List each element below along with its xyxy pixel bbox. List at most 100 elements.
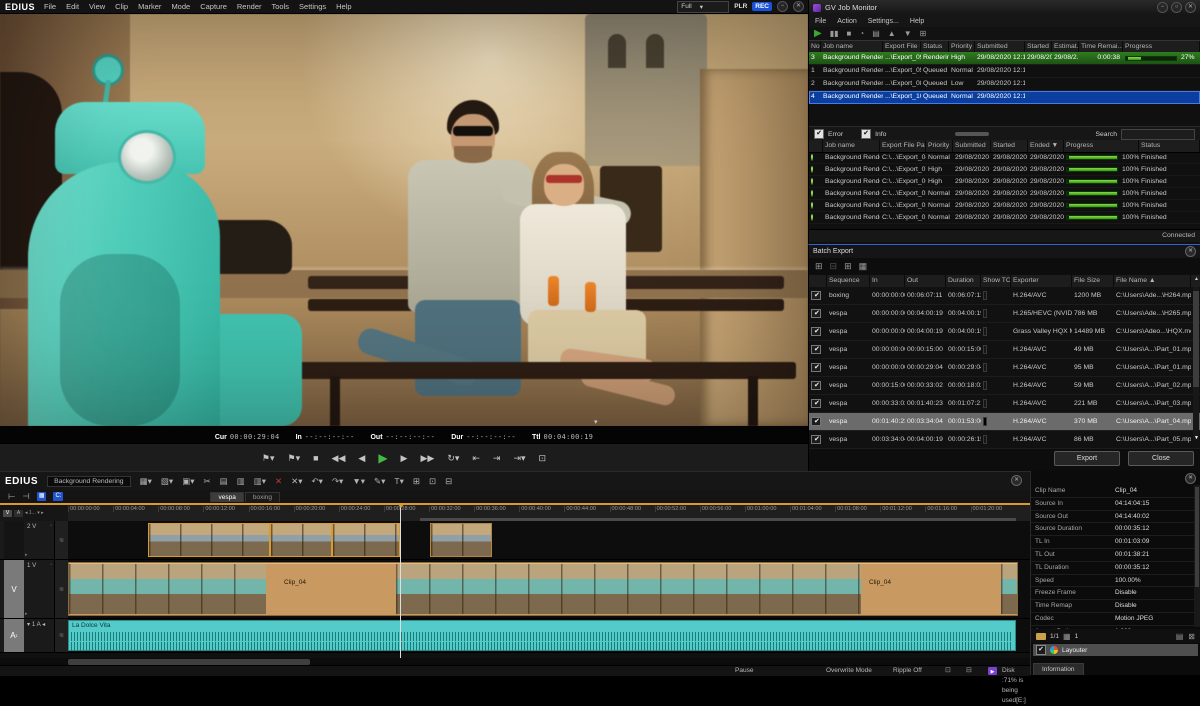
timecode-display-icon[interactable]: C:: [53, 492, 63, 501]
info-checkbox[interactable]: ✔: [861, 129, 871, 139]
fullscreen-icon[interactable]: ⊡: [539, 453, 547, 464]
main-video-clip[interactable]: Clip_04 Clip_04: [68, 562, 1018, 616]
close-icon[interactable]: ✕: [1185, 473, 1196, 484]
delete-entry-icon[interactable]: ▦: [859, 261, 868, 272]
track-selector[interactable]: [4, 521, 24, 559]
track-selector[interactable]: V: [4, 560, 24, 618]
finished-job-row[interactable]: Background Rendering... C:\...\Export_07…: [809, 164, 1200, 176]
trim-end-icon[interactable]: ⊣: [22, 491, 29, 502]
batch-row[interactable]: ✔ vespa 00:01:40:23 00:03:34:04 00:01:53…: [809, 413, 1200, 431]
batch-row[interactable]: ✔ boxing 00:00:00:00 00:06:07:11 00:06:0…: [809, 287, 1200, 305]
copy-icon[interactable]: ▤: [220, 476, 228, 487]
column-header[interactable]: In: [870, 275, 905, 287]
close-button[interactable]: Close: [1128, 451, 1194, 466]
menu-item[interactable]: Render: [237, 2, 262, 11]
menu-item[interactable]: Tools: [272, 2, 290, 11]
cut-icon[interactable]: ✂: [204, 476, 211, 487]
lock-icon[interactable]: ▫: [50, 523, 52, 529]
fast-forward-icon[interactable]: ▶▶: [420, 453, 434, 464]
minimize-icon[interactable]: −: [777, 1, 788, 12]
prev-frame-icon[interactable]: ◀: [358, 453, 365, 464]
film-icon[interactable]: ▦: [1063, 632, 1071, 641]
next-frame-icon[interactable]: ▶: [401, 453, 408, 464]
finished-job-row[interactable]: Background Rendering... C:\...\Export_06…: [809, 176, 1200, 188]
row-checkbox[interactable]: ✔: [811, 363, 821, 372]
timeline-ruler[interactable]: V A ◂ 1... ▾ ▸ 00:00:00:0000:00:04:0000:…: [0, 503, 1030, 521]
row-checkbox[interactable]: ✔: [811, 345, 821, 354]
title-tool-icon[interactable]: T▾: [394, 476, 403, 487]
column-header[interactable]: Progress: [1064, 140, 1139, 152]
prev-edit-icon[interactable]: ⇥: [493, 453, 501, 464]
properties-scrollbar[interactable]: [1194, 485, 1200, 627]
menu-item[interactable]: Settings...: [868, 18, 899, 25]
batch-row[interactable]: ✔ vespa 00:03:34:04 00:04:00:19 00:00:26…: [809, 431, 1200, 449]
batch-scrollbar[interactable]: [1193, 287, 1199, 440]
menu-item[interactable]: Mode: [171, 2, 190, 11]
seek-marker[interactable]: ▾: [594, 418, 598, 426]
close-icon[interactable]: ✕: [793, 1, 804, 12]
row-checkbox[interactable]: ✔: [811, 309, 821, 318]
show-tc-checkbox[interactable]: [983, 417, 987, 426]
sequence-tab[interactable]: vespa: [210, 492, 243, 502]
multicam-icon[interactable]: ▦: [37, 492, 47, 501]
redo-icon[interactable]: ↷▾: [332, 476, 343, 487]
row-checkbox[interactable]: ✔: [811, 327, 821, 336]
job-row[interactable]: 3 Background Rendering... ...\Export_09.…: [809, 52, 1200, 65]
scrollbar-thumb[interactable]: [1193, 291, 1199, 387]
show-tc-checkbox[interactable]: [983, 309, 987, 318]
add-all-sequences-icon[interactable]: ⊞: [844, 261, 852, 272]
save-project-icon[interactable]: ▣▾: [182, 476, 194, 487]
goto-in-icon[interactable]: ⇤: [472, 453, 480, 464]
menu-item[interactable]: Help: [336, 2, 351, 11]
show-tc-checkbox[interactable]: [983, 345, 987, 354]
menu-item[interactable]: Help: [910, 18, 924, 25]
batch-row[interactable]: ✔ vespa 00:00:15:00 00:00:33:02 00:00:18…: [809, 377, 1200, 395]
column-header[interactable]: Started: [991, 140, 1028, 152]
show-tc-checkbox[interactable]: [983, 399, 987, 408]
list-view-icon[interactable]: ▤: [1176, 632, 1184, 641]
tab-information[interactable]: Information: [1033, 663, 1084, 675]
column-header[interactable]: Submitted: [953, 140, 991, 152]
schedule-icon[interactable]: ◔: [859, 29, 864, 38]
export-queue-icon[interactable]: ⊞: [920, 29, 927, 38]
finished-job-row[interactable]: Background Rendering... C:\...\Export_03…: [809, 188, 1200, 200]
finished-job-row[interactable]: Background Rendering... C:\...\Export_01…: [809, 212, 1200, 224]
splitter-handle[interactable]: [955, 132, 989, 136]
add-to-batch-icon[interactable]: ⊞: [815, 261, 823, 272]
open-project-icon[interactable]: ▧▾: [161, 476, 173, 487]
start-jobs-icon[interactable]: ▶: [814, 28, 822, 39]
error-checkbox[interactable]: ✔: [814, 129, 824, 139]
rec-indicator[interactable]: REC: [752, 2, 772, 11]
pause-jobs-icon[interactable]: ▮▮: [830, 29, 839, 38]
menu-item[interactable]: Marker: [138, 2, 161, 11]
batch-row[interactable]: ✔ vespa 00:00:00:00 00:00:15:00 00:00:15…: [809, 341, 1200, 359]
play-icon[interactable]: ▶: [378, 451, 387, 465]
paste-icon[interactable]: ▥: [237, 476, 245, 487]
row-checkbox[interactable]: ✔: [811, 435, 821, 444]
delete-icon[interactable]: ✕: [275, 476, 282, 487]
stop-icon[interactable]: ■: [313, 453, 318, 463]
restore-icon[interactable]: ○: [1171, 2, 1182, 13]
scroll-up-icon[interactable]: ▲: [1194, 276, 1199, 282]
scrollbar-thumb[interactable]: [1195, 487, 1199, 587]
export-button[interactable]: Export: [1054, 451, 1120, 466]
batch-row[interactable]: ✔ vespa 00:00:33:02 00:01:40:23 00:01:07…: [809, 395, 1200, 413]
menu-item[interactable]: Clip: [115, 2, 128, 11]
job-row[interactable]: 4 Background Rendering... ...\Export_10.…: [809, 91, 1200, 104]
column-header[interactable]: Duration: [946, 275, 981, 287]
column-header[interactable]: Ended ▼: [1028, 140, 1064, 152]
menu-item[interactable]: File: [815, 18, 826, 25]
batch-row[interactable]: ✔ vespa 00:00:00:00 00:04:00:19 00:04:00…: [809, 323, 1200, 341]
row-checkbox[interactable]: ✔: [811, 417, 821, 426]
folder-icon[interactable]: [1036, 633, 1046, 640]
capture-icon[interactable]: ⊡: [429, 476, 436, 487]
track-2v-header[interactable]: 2 V ▫ ▸ ≋: [0, 521, 68, 560]
layouter-checkbox[interactable]: ✔: [1036, 645, 1046, 655]
column-header[interactable]: Exporter: [1011, 275, 1072, 287]
row-checkbox[interactable]: ✔: [811, 381, 821, 390]
column-header[interactable]: Priority: [926, 140, 953, 152]
effects-icon[interactable]: ⊞: [413, 476, 420, 487]
search-input[interactable]: [1121, 129, 1195, 140]
column-header[interactable]: File Name ▲: [1114, 275, 1191, 287]
job-list-icon[interactable]: ▤: [872, 29, 880, 38]
